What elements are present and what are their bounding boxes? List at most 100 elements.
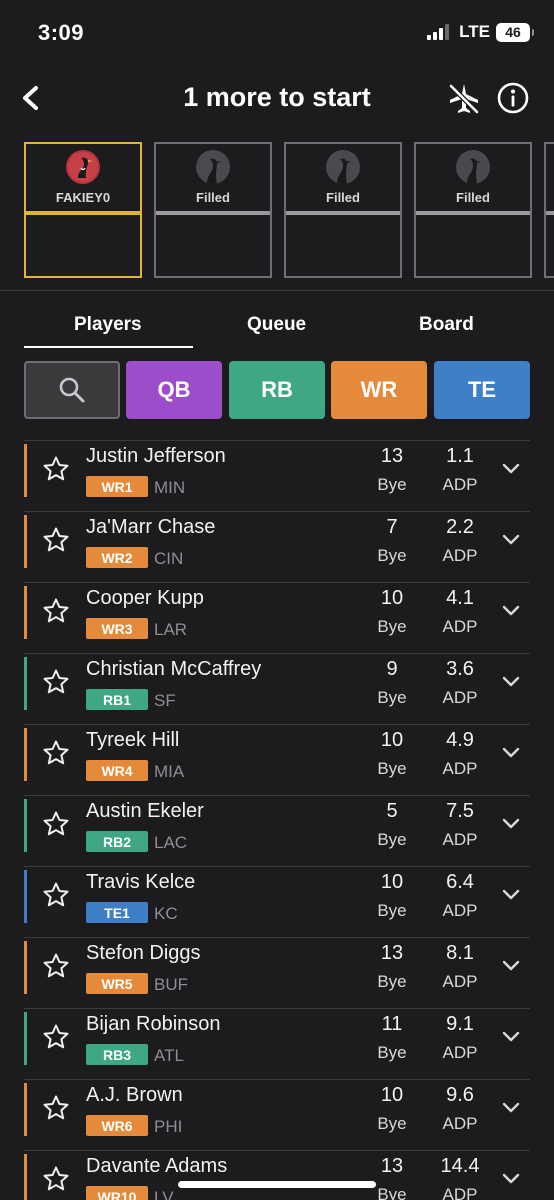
adp-label: ADP	[442, 1185, 478, 1200]
player-name: Davante Adams	[86, 1155, 228, 1177]
position-rank-badge: TE1	[86, 902, 148, 923]
player-row[interactable]: Travis Kelce TE1 KC 10 Bye 6.4 ADP	[24, 866, 530, 937]
draft-slot[interactable]: Filled	[284, 142, 402, 278]
slot-label: Filled	[326, 190, 360, 205]
chevron-down-icon[interactable]	[500, 528, 522, 550]
bye-label: Bye	[377, 617, 407, 636]
filter-wr[interactable]: WR	[331, 361, 427, 419]
active-tab-indicator	[24, 346, 193, 348]
team-abbr: ATL	[154, 1046, 184, 1065]
bye-week-value: 10	[380, 871, 404, 893]
position-color-bar	[24, 1083, 27, 1136]
star-icon[interactable]	[42, 455, 70, 483]
team-abbr: MIN	[154, 478, 186, 497]
filter-te[interactable]: TE	[434, 361, 530, 419]
adp-label: ADP	[442, 546, 478, 565]
bye-label: Bye	[377, 688, 407, 707]
player-row[interactable]: Tyreek Hill WR4 MIA 10 Bye 4.9 ADP	[24, 724, 530, 795]
chevron-down-icon[interactable]	[500, 1025, 522, 1047]
player-name: Ja'Marr Chase	[86, 516, 216, 538]
search-icon	[59, 377, 85, 403]
adp-label: ADP	[442, 475, 478, 494]
chevron-down-icon[interactable]	[500, 954, 522, 976]
tab-players[interactable]: Players	[74, 314, 142, 336]
team-abbr: KC	[154, 904, 178, 923]
player-row[interactable]: Stefon Diggs WR5 BUF 13 Bye 8.1 ADP	[24, 937, 530, 1008]
tab-bar: Players Queue Board	[24, 300, 530, 350]
draft-slot[interactable]: Filled	[154, 142, 272, 278]
star-icon[interactable]	[42, 1165, 70, 1193]
autopilot-button[interactable]	[445, 80, 483, 118]
star-icon[interactable]	[42, 739, 70, 767]
goose-avatar-icon	[68, 152, 98, 182]
chevron-down-icon[interactable]	[500, 1167, 522, 1189]
player-row[interactable]: Austin Ekeler RB2 LAC 5 Bye 7.5 ADP	[24, 795, 530, 866]
avatar	[196, 150, 230, 184]
star-icon[interactable]	[42, 952, 70, 980]
chevron-down-icon[interactable]	[500, 599, 522, 621]
star-icon[interactable]	[42, 810, 70, 838]
star-icon[interactable]	[42, 881, 70, 909]
adp-value: 4.1	[446, 587, 474, 609]
home-indicator	[178, 1181, 376, 1188]
tab-board[interactable]: Board	[419, 314, 474, 336]
player-row[interactable]: Cooper Kupp WR3 LAR 10 Bye 4.1 ADP	[24, 582, 530, 653]
chevron-down-icon[interactable]	[500, 741, 522, 763]
info-button[interactable]	[496, 81, 530, 115]
chevron-down-icon[interactable]	[500, 670, 522, 692]
draft-slot-user[interactable]: FAKIEY0	[24, 142, 142, 278]
team-abbr: LAC	[154, 833, 188, 852]
filter-qb[interactable]: QB	[126, 361, 222, 419]
player-row[interactable]: Davante Adams WR10 LV 13 Bye 14.4 ADP	[24, 1150, 530, 1200]
chevron-down-icon[interactable]	[500, 457, 522, 479]
slot-label: Filled	[456, 190, 490, 205]
bye-week-value: 13	[380, 942, 404, 964]
bye-week-value: 5	[386, 800, 398, 822]
bye-week-value: 10	[380, 729, 404, 751]
search-button[interactable]	[24, 361, 120, 419]
position-rank-badge: WR2	[86, 547, 148, 568]
adp-label: ADP	[442, 972, 478, 991]
position-rank-badge: WR1	[86, 476, 148, 497]
player-row[interactable]: Christian McCaffrey RB1 SF 9 Bye 3.6 ADP	[24, 653, 530, 724]
draft-slot[interactable]: Filled	[414, 142, 532, 278]
bye-label: Bye	[377, 1114, 407, 1133]
draft-slot[interactable]	[544, 142, 554, 278]
adp-value: 9.6	[446, 1084, 474, 1106]
bye-label: Bye	[377, 830, 407, 849]
battery-icon: 46	[496, 22, 534, 42]
player-row[interactable]: Justin Jefferson WR1 MIN 13 Bye 1.1 ADP	[24, 440, 530, 511]
chevron-down-icon[interactable]	[500, 1096, 522, 1118]
player-row[interactable]: Ja'Marr Chase WR2 CIN 7 Bye 2.2 ADP	[24, 511, 530, 582]
position-rank-badge: WR6	[86, 1115, 148, 1136]
adp-value: 2.2	[446, 516, 474, 538]
star-icon[interactable]	[42, 1023, 70, 1051]
star-icon[interactable]	[42, 1094, 70, 1122]
info-icon	[497, 82, 529, 114]
position-color-bar	[24, 515, 27, 568]
player-name: Bijan Robinson	[86, 1013, 221, 1035]
position-color-bar	[24, 1154, 27, 1200]
adp-label: ADP	[442, 617, 478, 636]
chevron-down-icon[interactable]	[500, 883, 522, 905]
bye-week-value: 10	[380, 1084, 404, 1106]
position-rank-badge: WR3	[86, 618, 148, 639]
chevron-down-icon[interactable]	[500, 812, 522, 834]
bye-week-value: 13	[380, 1155, 404, 1177]
adp-label: ADP	[442, 830, 478, 849]
adp-value: 3.6	[446, 658, 474, 680]
star-icon[interactable]	[42, 526, 70, 554]
star-icon[interactable]	[42, 597, 70, 625]
adp-value: 6.4	[446, 871, 474, 893]
player-row[interactable]: Bijan Robinson RB3 ATL 11 Bye 9.1 ADP	[24, 1008, 530, 1079]
default-goose-icon	[467, 158, 481, 184]
tab-queue[interactable]: Queue	[247, 314, 306, 336]
filter-rb[interactable]: RB	[229, 361, 325, 419]
star-icon[interactable]	[42, 668, 70, 696]
adp-value: 8.1	[446, 942, 474, 964]
player-row[interactable]: A.J. Brown WR6 PHI 10 Bye 9.6 ADP	[24, 1079, 530, 1150]
bye-label: Bye	[377, 1043, 407, 1062]
draft-header: 1 more to start	[0, 70, 554, 126]
position-rank-badge: WR10	[86, 1186, 148, 1200]
position-color-bar	[24, 657, 27, 710]
